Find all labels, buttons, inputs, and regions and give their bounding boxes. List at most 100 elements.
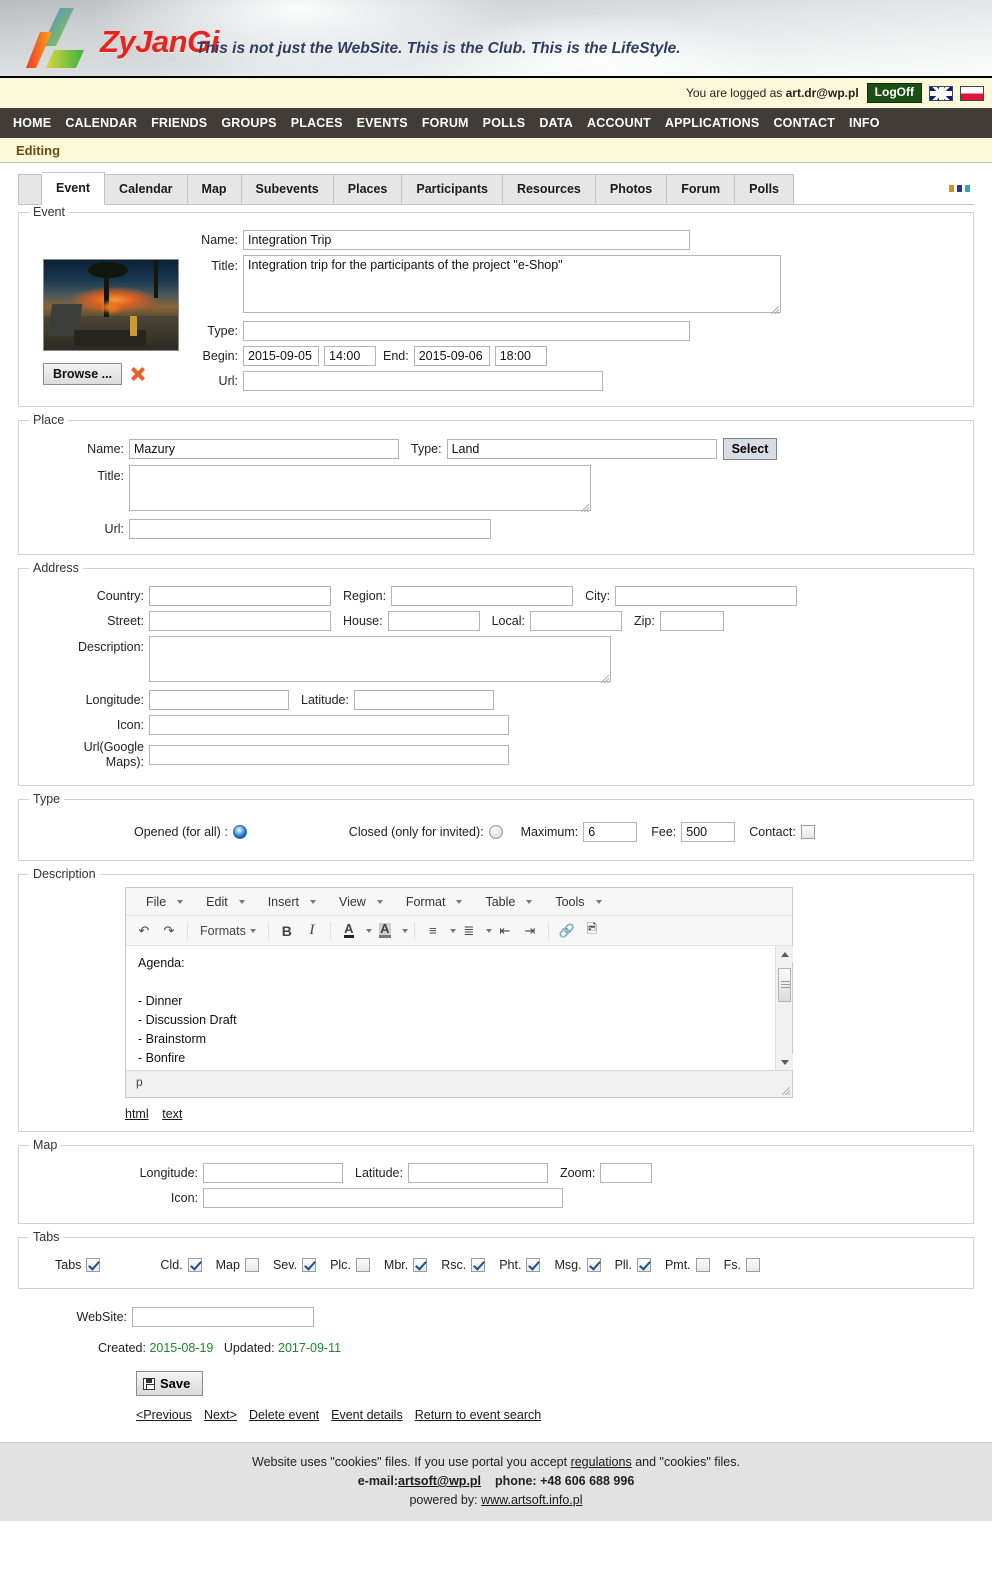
tab-resources[interactable]: Resources <box>502 174 596 205</box>
next-link[interactable]: Next> <box>204 1408 237 1422</box>
tabs-overflow-icon[interactable] <box>949 185 970 192</box>
tab-map[interactable]: Map <box>187 174 242 205</box>
nav-item-info[interactable]: INFO <box>842 116 887 130</box>
regulations-link[interactable]: regulations <box>571 1455 632 1469</box>
image-icon[interactable]: 🖻 <box>580 919 604 942</box>
nav-item-calendar[interactable]: CALENDAR <box>58 116 144 130</box>
editor-scrollbar[interactable] <box>775 946 793 1070</box>
uk-flag-icon[interactable] <box>929 85 953 101</box>
event-begin-date-input[interactable] <box>243 346 319 366</box>
tabs-pmt-checkbox[interactable] <box>695 1258 710 1272</box>
bold-icon[interactable]: B <box>275 919 299 942</box>
nav-item-forum[interactable]: FORUM <box>415 116 476 130</box>
view-html-link[interactable]: html <box>125 1107 149 1121</box>
return-to-search-link[interactable]: Return to event search <box>415 1408 541 1422</box>
address-street-input[interactable] <box>149 611 331 631</box>
menu-table[interactable]: Table <box>471 893 539 911</box>
place-title-textarea[interactable] <box>129 465 591 511</box>
address-longitude-input[interactable] <box>149 690 289 710</box>
nav-item-account[interactable]: ACCOUNT <box>580 116 658 130</box>
place-name-input[interactable] <box>129 439 399 459</box>
scrollbar-thumb[interactable] <box>778 968 791 1002</box>
place-url-input[interactable] <box>129 519 491 539</box>
map-latitude-input[interactable] <box>407 1163 548 1183</box>
tabs-plc-checkbox[interactable] <box>355 1258 370 1272</box>
tab-polls[interactable]: Polls <box>735 174 795 205</box>
previous-link[interactable]: <Previous <box>136 1408 192 1422</box>
tabs-pll-checkbox[interactable] <box>636 1258 651 1272</box>
email-link[interactable]: artsoft@wp.pl <box>398 1474 481 1488</box>
website-input[interactable] <box>132 1307 314 1327</box>
tab-forum[interactable]: Forum <box>667 174 736 205</box>
menu-view[interactable]: View <box>325 893 390 911</box>
event-url-input[interactable] <box>243 371 603 391</box>
map-icon-input[interactable] <box>203 1188 563 1208</box>
tabs-map-checkbox[interactable] <box>244 1258 259 1272</box>
editor-content[interactable]: Agenda: - Dinner - Discussion Draft - Br… <box>126 946 793 1071</box>
nav-item-groups[interactable]: GROUPS <box>214 116 283 130</box>
nav-item-places[interactable]: PLACES <box>284 116 350 130</box>
tab-subevents[interactable]: Subevents <box>241 174 334 205</box>
event-begin-time-input[interactable] <box>324 346 376 366</box>
delete-event-link[interactable]: Delete event <box>249 1408 319 1422</box>
menu-insert[interactable]: Insert <box>254 893 323 911</box>
place-type-input[interactable] <box>446 439 717 459</box>
tabs-msg-checkbox[interactable] <box>586 1258 601 1272</box>
editor-resize-handle[interactable] <box>782 1087 790 1095</box>
tab-places[interactable]: Places <box>333 174 403 205</box>
browse-button[interactable]: Browse ... <box>43 363 123 385</box>
link-icon[interactable]: 🔗 <box>555 919 579 942</box>
type-opened-radio[interactable] <box>232 825 247 839</box>
tab-event[interactable]: Event <box>42 172 106 205</box>
scroll-down-icon[interactable] <box>776 1054 793 1070</box>
event-photo[interactable] <box>43 259 179 351</box>
nav-item-contact[interactable]: CONTACT <box>766 116 842 130</box>
bullet-list-dropdown-icon[interactable] <box>446 919 456 942</box>
numbered-list-icon[interactable]: ≣ <box>457 919 481 942</box>
backcolor-dropdown-icon[interactable] <box>398 919 408 942</box>
formats-dropdown[interactable]: Formats <box>194 919 262 942</box>
type-maximum-input[interactable] <box>583 822 638 842</box>
menu-file[interactable]: File <box>132 893 190 911</box>
event-end-time-input[interactable] <box>494 346 547 366</box>
address-latitude-input[interactable] <box>353 690 494 710</box>
place-select-button[interactable]: Select <box>722 438 778 460</box>
menu-edit[interactable]: Edit <box>192 893 252 911</box>
tabs-sev-checkbox[interactable] <box>302 1258 317 1272</box>
event-details-link[interactable]: Event details <box>331 1408 403 1422</box>
zyjangi-logo-icon[interactable] <box>26 6 100 72</box>
nav-item-applications[interactable]: APPLICATIONS <box>658 116 767 130</box>
nav-item-data[interactable]: DATA <box>532 116 580 130</box>
tabs-cld-checkbox[interactable] <box>187 1258 202 1272</box>
italic-icon[interactable]: I <box>300 919 324 942</box>
menu-tools[interactable]: Tools <box>541 893 608 911</box>
tab-calendar[interactable]: Calendar <box>105 174 188 205</box>
backcolor-icon[interactable]: A <box>373 919 397 942</box>
forecolor-icon[interactable]: A <box>337 919 361 942</box>
nav-item-polls[interactable]: POLLS <box>476 116 533 130</box>
tabs-rsc-checkbox[interactable] <box>471 1258 486 1272</box>
poland-flag-icon[interactable] <box>960 85 984 101</box>
scroll-up-icon[interactable] <box>776 946 793 962</box>
outdent-icon[interactable]: ⇤ <box>493 919 517 942</box>
type-contact-checkbox[interactable] <box>800 825 815 839</box>
indent-icon[interactable]: ⇥ <box>518 919 542 942</box>
address-description-textarea[interactable] <box>149 636 611 682</box>
address-city-input[interactable] <box>615 586 798 606</box>
address-zip-input[interactable] <box>659 611 724 631</box>
type-fee-input[interactable] <box>681 822 736 842</box>
menu-format[interactable]: Format <box>392 893 470 911</box>
address-gmaps-input[interactable] <box>149 745 509 765</box>
forecolor-dropdown-icon[interactable] <box>362 919 372 942</box>
address-house-input[interactable] <box>387 611 480 631</box>
nav-item-home[interactable]: HOME <box>6 116 58 130</box>
address-region-input[interactable] <box>391 586 574 606</box>
tab-photos[interactable]: Photos <box>595 174 668 205</box>
address-country-input[interactable] <box>149 586 331 606</box>
bullet-list-icon[interactable]: ≡ <box>421 919 445 942</box>
nav-item-friends[interactable]: FRIENDS <box>144 116 214 130</box>
logoff-button[interactable]: LogOff <box>866 82 922 104</box>
view-text-link[interactable]: text <box>162 1107 182 1121</box>
event-name-input[interactable] <box>243 230 690 250</box>
event-end-date-input[interactable] <box>413 346 490 366</box>
